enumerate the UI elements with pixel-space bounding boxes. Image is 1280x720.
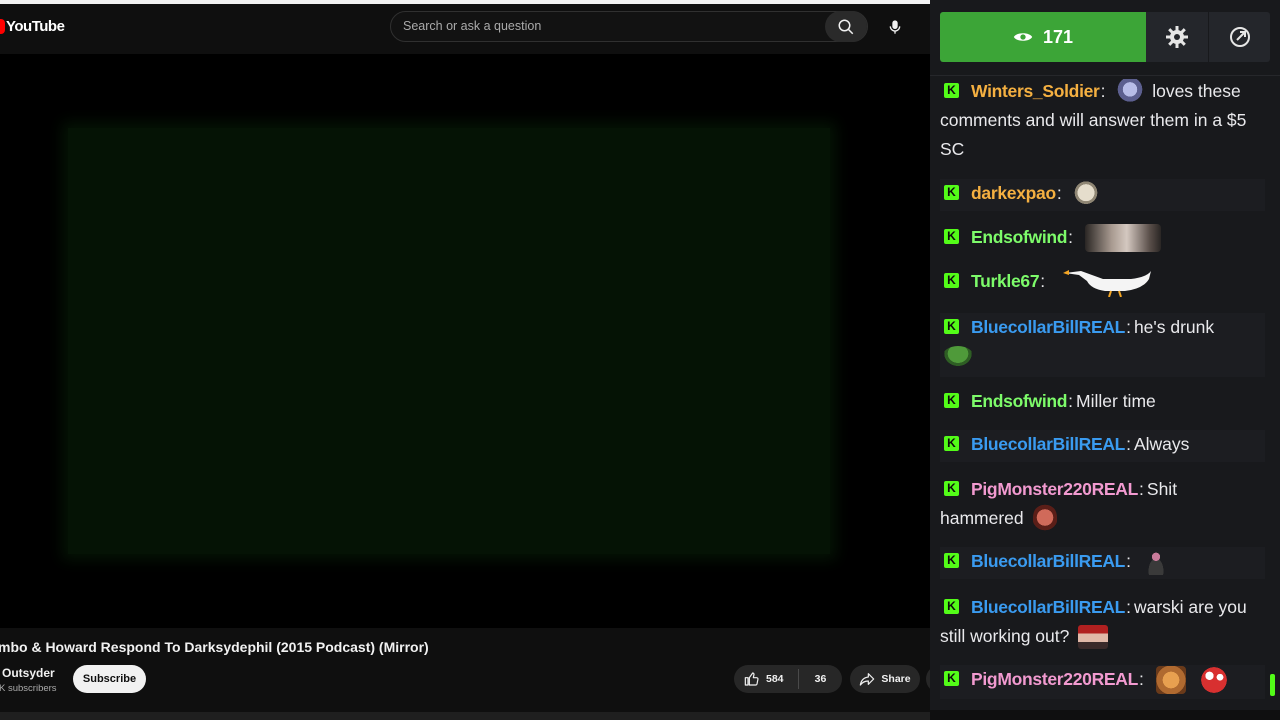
like-count: 584 bbox=[766, 673, 784, 685]
thumbs-up-icon bbox=[744, 672, 759, 686]
chat-message: Endsofwind:Miller time bbox=[940, 387, 1265, 417]
dislike-button[interactable]: 36 bbox=[799, 673, 842, 685]
popout-icon bbox=[1229, 27, 1250, 47]
chat-bottom-strip bbox=[930, 710, 1280, 720]
chat-message: Winters_Soldier: loves these comments an… bbox=[940, 77, 1265, 164]
microphone-icon bbox=[889, 19, 900, 34]
youtube-header: YouTube bbox=[0, 4, 930, 50]
kick-badge-icon bbox=[944, 229, 959, 244]
chat-message: BluecollarBillREAL: bbox=[940, 547, 1265, 579]
viewer-count: 171 bbox=[1042, 26, 1074, 47]
like-button[interactable]: 584 bbox=[734, 665, 798, 693]
wolf-emote-icon bbox=[1117, 79, 1144, 106]
voice-search-button[interactable] bbox=[879, 11, 910, 42]
goose-emote-icon bbox=[1063, 270, 1152, 298]
youtube-pane: YouTube mbo & Howard Respond To Darksyde… bbox=[0, 0, 930, 720]
chat-message: darkexpao: bbox=[940, 179, 1265, 211]
cat-emote-icon bbox=[1155, 666, 1186, 695]
chat-text: Always bbox=[1133, 434, 1190, 454]
cap-face-emote-icon bbox=[1078, 625, 1109, 650]
share-button[interactable]: Share bbox=[850, 665, 920, 693]
chat-message: BluecollarBillREAL:Always bbox=[940, 430, 1265, 462]
popout-button[interactable] bbox=[1209, 12, 1270, 62]
chat-message-list[interactable]: Winters_Soldier: loves these comments an… bbox=[930, 77, 1268, 720]
settings-button[interactable] bbox=[1146, 12, 1208, 62]
chat-username[interactable]: BluecollarBillREAL bbox=[971, 317, 1125, 337]
chat-username[interactable]: Endsofwind bbox=[971, 391, 1067, 411]
frog-emote-icon bbox=[942, 346, 974, 369]
video-title: mbo & Howard Respond To Darksydephil (20… bbox=[0, 639, 429, 655]
subscriber-count: K subscribers bbox=[0, 683, 57, 694]
chat-username[interactable]: Winters_Soldier bbox=[971, 81, 1100, 101]
chat-username[interactable]: Turkle67 bbox=[971, 271, 1040, 291]
chat-message: PigMonster220REAL:Shit hammered bbox=[940, 475, 1265, 537]
kick-badge-icon bbox=[944, 599, 959, 614]
kick-badge-icon bbox=[944, 553, 959, 568]
chat-message: Endsofwind: bbox=[940, 223, 1265, 255]
kick-badge-icon bbox=[944, 83, 959, 98]
kick-badge-icon bbox=[944, 481, 959, 496]
face-emote-icon bbox=[1032, 504, 1057, 535]
chat-text: he's drunk bbox=[1133, 317, 1215, 337]
kick-badge-icon bbox=[944, 436, 959, 451]
subscribe-button[interactable]: Subscribe bbox=[73, 665, 146, 693]
video-frame bbox=[68, 128, 830, 554]
search-button[interactable] bbox=[825, 11, 867, 42]
skull-emote-icon bbox=[1073, 181, 1098, 208]
kick-badge-icon bbox=[944, 671, 959, 686]
kick-badge-icon bbox=[944, 185, 959, 200]
gear-icon bbox=[1166, 26, 1188, 48]
mushroom-emote-icon bbox=[1198, 666, 1229, 695]
like-dislike-group: 584 36 bbox=[734, 665, 842, 693]
youtube-logo[interactable]: YouTube bbox=[0, 17, 65, 35]
search-box bbox=[390, 11, 868, 42]
chat-username[interactable]: darkexpao bbox=[971, 183, 1056, 203]
chat-username[interactable]: BluecollarBillREAL bbox=[971, 434, 1125, 454]
chat-username[interactable]: Endsofwind bbox=[971, 227, 1067, 247]
chat-scrollbar-thumb[interactable] bbox=[1270, 674, 1275, 696]
chat-header: 171 bbox=[930, 0, 1280, 76]
share-icon bbox=[860, 673, 875, 686]
chat-username[interactable]: BluecollarBillREAL bbox=[971, 551, 1125, 571]
kick-badge-icon bbox=[944, 393, 959, 408]
chat-username[interactable]: BluecollarBillREAL bbox=[971, 597, 1125, 617]
kick-badge-icon bbox=[944, 273, 959, 288]
search-input[interactable] bbox=[403, 12, 823, 41]
chat-username[interactable]: PigMonster220REAL bbox=[971, 669, 1138, 689]
video-player[interactable] bbox=[0, 54, 930, 628]
channel-name[interactable]: Outsyder bbox=[2, 666, 55, 680]
cat-emote-icon bbox=[1084, 224, 1161, 253]
youtube-logo-text: YouTube bbox=[6, 17, 65, 35]
chat-text: Miller time bbox=[1076, 391, 1156, 411]
chat-username[interactable]: PigMonster220REAL bbox=[971, 479, 1138, 499]
page-bottom-strip bbox=[0, 712, 930, 720]
share-label: Share bbox=[881, 673, 911, 685]
viewer-count-box: 171 bbox=[940, 12, 1146, 62]
kick-badge-icon bbox=[944, 319, 959, 334]
figure-emote-icon bbox=[1142, 549, 1169, 576]
search-icon bbox=[838, 19, 854, 34]
youtube-play-logo-icon bbox=[0, 18, 5, 34]
chat-message: BluecollarBillREAL:he's drunk bbox=[940, 313, 1265, 377]
chat-message: BluecollarBillREAL:warski are you still … bbox=[940, 593, 1265, 655]
chat-message: Turkle67: bbox=[940, 267, 1265, 299]
chat-pane: 171 Winters_Soldier: loves these comment… bbox=[930, 0, 1280, 720]
eye-icon bbox=[1013, 33, 1033, 41]
chat-message: PigMonster220REAL: bbox=[940, 665, 1265, 699]
